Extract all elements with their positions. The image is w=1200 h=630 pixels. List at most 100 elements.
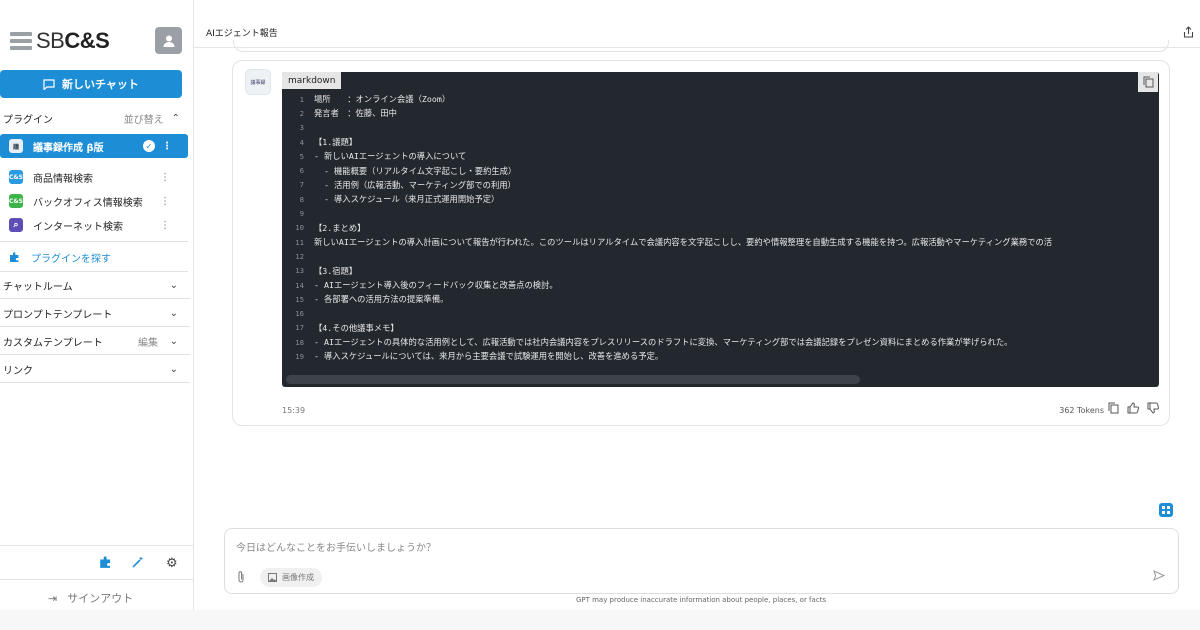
code-line: 11 新しいAIエージェントの導入計画について報告が行われた。このツールはリアルタ… [282,235,1159,249]
line-number: 16 [295,309,304,319]
code-text: - 活用例（広報活動、マーケティング部での利用） [314,179,516,190]
code-text: - 新しいAIエージェントの導入について [314,151,467,162]
line-number: 17 [295,323,304,333]
check-circle-icon: ✓ [143,140,155,152]
line-number: 1 [299,94,304,104]
find-plugin-label: プラグインを探す [31,254,111,265]
share-icon[interactable] [1183,26,1194,41]
signout-icon: ⇥ [48,591,58,605]
thumbs-down-icon[interactable] [1147,402,1160,417]
menu-chat-room[interactable]: チャットルーム ⌄ [0,272,190,299]
code-line: 6 - 機能概要（リアルタイム文字起こし・要約生成） [282,163,1159,177]
chevron-up-icon[interactable]: ⌃ [172,113,180,124]
more-options-icon[interactable]: ⋮ [160,172,170,183]
send-icon[interactable] [1153,570,1166,584]
logo-sb: SB [36,28,65,53]
code-line: 16 [282,306,1159,320]
code-text: - 各部署への活用方法の提案準備。 [314,294,449,305]
image-generate-button[interactable]: 画像作成 [260,568,322,587]
code-line: 14 - AIエージェント導入後のフィードバック収集と改善点の検討。 [282,278,1159,292]
sidebar-toolbar: ⚙ [0,545,193,580]
code-line: 12 [282,249,1159,263]
more-options-icon[interactable]: ⋮ [160,220,170,231]
code-text: - 導入スケジュール（来月正式運用開始予定） [314,194,500,205]
code-line: 15 - 各部署への活用方法の提案準備。 [282,292,1159,306]
chevron-down-icon: ⌄ [169,307,178,319]
code-horizontal-scrollbar[interactable] [286,375,860,384]
chevron-down-icon: ⌄ [169,279,178,291]
image-generate-label: 画像作成 [282,573,314,582]
code-line: 19 - 導入スケジュールについては、来月から主要会議で試験運用を開始し、改善を進… [282,349,1159,363]
message-input[interactable]: 今日はどんなことをお手伝いしましょうか？ [236,539,436,554]
plugins-header[interactable]: プラグイン 並び替え ⌃ [0,108,190,128]
code-lines: 1 場所 ：オンライン会議（Zoom） 2 発言者 ：佐藤、田中 3 4 【1.議題】 5 - … [282,92,1159,364]
more-options-icon[interactable]: ⋮ [162,141,172,152]
code-line: 4 【1.議題】 [282,135,1159,149]
image-icon [268,573,277,582]
plugin-item-minutes[interactable]: 議 議事録作成 β版 ✓ ⋮ [0,134,188,158]
code-text: - 機能概要（リアルタイム文字起こし・要約生成） [314,165,517,176]
disclaimer: GPT may produce inaccurate information a… [575,596,827,604]
code-text: - AIエージェント導入後のフィードバック収集と改善点の検討。 [314,280,558,290]
plugin-item-product-search[interactable]: C&S 商品情報検索 ⋮ [0,165,188,189]
code-text: 【2.まとめ】 [314,222,366,233]
line-number: 9 [299,209,304,219]
line-number: 3 [299,123,304,133]
previous-message-card [233,40,1169,52]
code-text: 【1.議題】 [314,137,358,148]
apps-grid-button[interactable] [1159,503,1173,517]
new-chat-button[interactable]: 新しいチャット [0,70,182,98]
code-text: 新しいAIエージェントの導入計画について報告が行われた。このツールはリアルタイム… [314,237,1053,248]
line-number: 10 [295,223,304,233]
more-options-icon[interactable]: ⋮ [160,196,170,207]
line-number: 6 [299,166,304,176]
signout-button[interactable]: ⇥ サインアウト [48,590,133,606]
plugin-item-internet-search[interactable]: ⌕ インターネット検索 ⋮ [0,213,188,237]
token-count: 362 Tokens [1059,406,1104,415]
code-line: 2 発言者 ：佐藤、田中 [282,106,1159,120]
reorder-link[interactable]: 並び替え [124,111,164,126]
menu-prompt-template[interactable]: プロンプトテンプレート ⌄ [0,300,190,327]
magic-wand-icon[interactable] [131,556,144,573]
menu-label: リンク [3,365,33,377]
search-icon: ⌕ [9,218,23,232]
gear-icon[interactable]: ⚙ [166,556,178,571]
line-number: 7 [299,180,304,190]
grid-icon [1162,506,1170,514]
menu-label: カスタムテンプレート [3,337,103,349]
message-composer[interactable]: 今日はどんなことをお手伝いしましょうか？ 画像作成 [224,528,1179,594]
signout-label: サインアウト [67,592,134,605]
thumbs-up-icon[interactable] [1127,402,1140,417]
copy-code-icon[interactable] [1138,72,1158,92]
code-line: 7 - 活用例（広報活動、マーケティング部での利用） [282,178,1159,192]
logo-cs: C&S [64,28,110,53]
edit-link[interactable]: 編集 [138,334,158,349]
line-number: 19 [295,351,304,361]
message-time: 15:39 [282,406,306,415]
code-line: 17 【4.その他議事メモ】 [282,321,1159,335]
menu-custom-template[interactable]: カスタムテンプレート 編集 ⌄ [0,328,190,355]
paperclip-icon[interactable] [237,570,245,586]
sidebar: SBC&S 新しいチャット プラグイン 並び替え ⌃ 議 議事録作成 β版 ✓ … [0,0,194,610]
chevron-down-icon: ⌄ [169,363,178,375]
chat-bubble-icon [43,78,55,90]
menu-links[interactable]: リンク ⌄ [0,356,190,383]
find-plugin-link[interactable]: プラグインを探す [9,250,111,265]
line-number: 18 [295,337,304,347]
chevron-down-icon: ⌄ [169,335,178,347]
code-line: 1 場所 ：オンライン会議（Zoom） [282,92,1159,106]
line-number: 8 [299,194,304,204]
logo-mark [10,32,32,50]
user-avatar-button[interactable] [155,27,182,54]
cs-icon: C&S [9,170,23,184]
plugin-label: 商品情報検索 [33,173,93,185]
copy-icon[interactable] [1108,402,1119,417]
code-text: 【4.その他議事メモ】 [314,322,399,333]
line-number: 11 [295,237,304,247]
puzzle-icon [10,252,19,262]
line-number: 15 [295,294,304,304]
divider [0,241,188,242]
code-line: 5 - 新しいAIエージェントの導入について [282,149,1159,163]
plugin-item-backoffice-search[interactable]: C&S バックオフィス情報検索 ⋮ [0,189,188,213]
puzzle-icon[interactable] [99,556,112,573]
